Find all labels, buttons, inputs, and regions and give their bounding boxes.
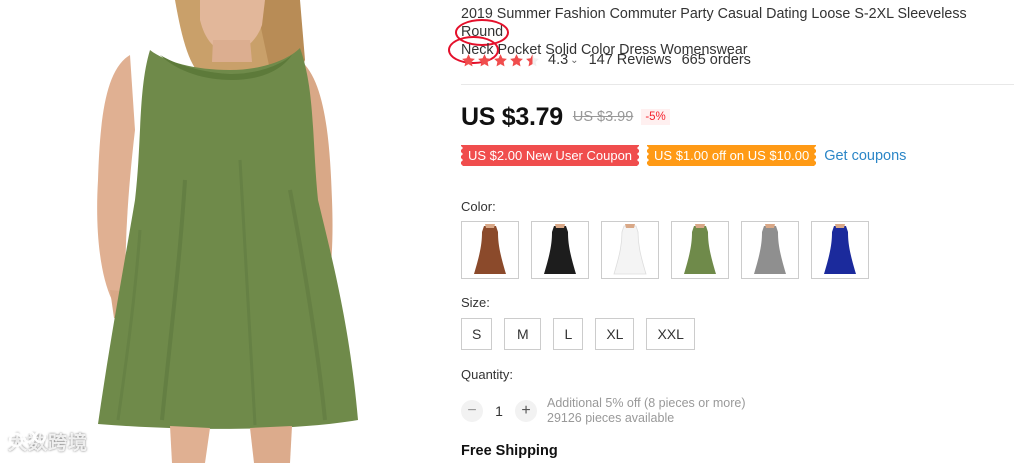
watermark: 大数跨境 (8, 428, 88, 455)
star-half-icon (526, 53, 539, 66)
size-option-s[interactable]: S (461, 318, 493, 350)
quantity-note: Additional 5% off (8 pieces or more) 291… (547, 396, 745, 426)
product-info: 2019 Summer Fashion Commuter Party Casua… (448, 0, 1014, 463)
color-option-gray[interactable] (741, 221, 799, 279)
price-row: US $3.79 US $3.99 -5% (461, 101, 670, 133)
divider (461, 84, 1014, 85)
discount-badge: -5% (641, 109, 670, 125)
brown-dress-thumbnail (474, 224, 506, 274)
size-option-xl[interactable]: XL (595, 318, 635, 350)
size-options: S M L XL XXL (461, 318, 695, 350)
new-user-coupon[interactable]: US $2.00 New User Coupon (461, 145, 640, 166)
original-price: US $3.99 (572, 109, 634, 125)
color-option-brown[interactable] (461, 221, 519, 279)
star-full-icon (478, 53, 491, 66)
product-image[interactable]: 大数跨境 (0, 0, 440, 463)
title-text-1: 2019 Summer Fashion Commuter Party Casua… (461, 6, 967, 22)
green-dress-thumbnail (684, 224, 716, 274)
get-coupons-link[interactable]: Get coupons (824, 148, 906, 164)
gray-dress-thumbnail (754, 224, 786, 274)
dress-photo (97, 0, 358, 463)
blue-dress-thumbnail (824, 224, 856, 274)
decrease-quantity-button[interactable]: − (461, 400, 483, 422)
star-full-icon (494, 53, 507, 66)
size-option-l[interactable]: L (553, 318, 584, 350)
white-dress-thumbnail (613, 224, 647, 275)
rating-row: 4.3 ⌄ 147 Reviews 665 orders (461, 51, 751, 69)
free-shipping: Free Shipping (461, 443, 558, 459)
watermark-logo-icon (8, 430, 47, 448)
color-option-blue[interactable] (811, 221, 869, 279)
size-option-xxl[interactable]: XXL (646, 318, 695, 350)
size-option-m[interactable]: M (504, 318, 542, 350)
bulk-discount-note: Additional 5% off (8 pieces or more) (547, 396, 746, 410)
coupon-row: US $2.00 New User Coupon US $1.00 off on… (461, 145, 906, 166)
star-full-icon (510, 53, 523, 66)
quantity-value[interactable]: 1 (483, 403, 515, 419)
star-rating (461, 53, 540, 68)
color-option-green[interactable] (671, 221, 729, 279)
stock-available: 29126 pieces available (547, 411, 675, 425)
rating-value[interactable]: 4.3 (548, 52, 568, 68)
color-label: Color: (461, 199, 496, 214)
orders-count: 665 orders (681, 52, 751, 68)
chevron-down-icon[interactable]: ⌄ (570, 55, 578, 66)
current-price: US $3.79 (461, 102, 563, 131)
quantity-label: Quantity: (461, 367, 514, 382)
star-full-icon (462, 53, 475, 66)
color-option-white[interactable] (601, 221, 659, 279)
color-option-black[interactable] (531, 221, 589, 279)
quantity-stepper: − 1 + Additional 5% off (8 pieces or mor… (461, 396, 745, 426)
reviews-link[interactable]: 147 Reviews (589, 52, 672, 68)
color-swatches (461, 221, 869, 279)
increase-quantity-button[interactable]: + (515, 400, 537, 422)
store-coupon[interactable]: US $1.00 off on US $10.00 (647, 145, 817, 166)
size-label: Size: (461, 295, 490, 310)
black-dress-thumbnail (544, 224, 576, 274)
